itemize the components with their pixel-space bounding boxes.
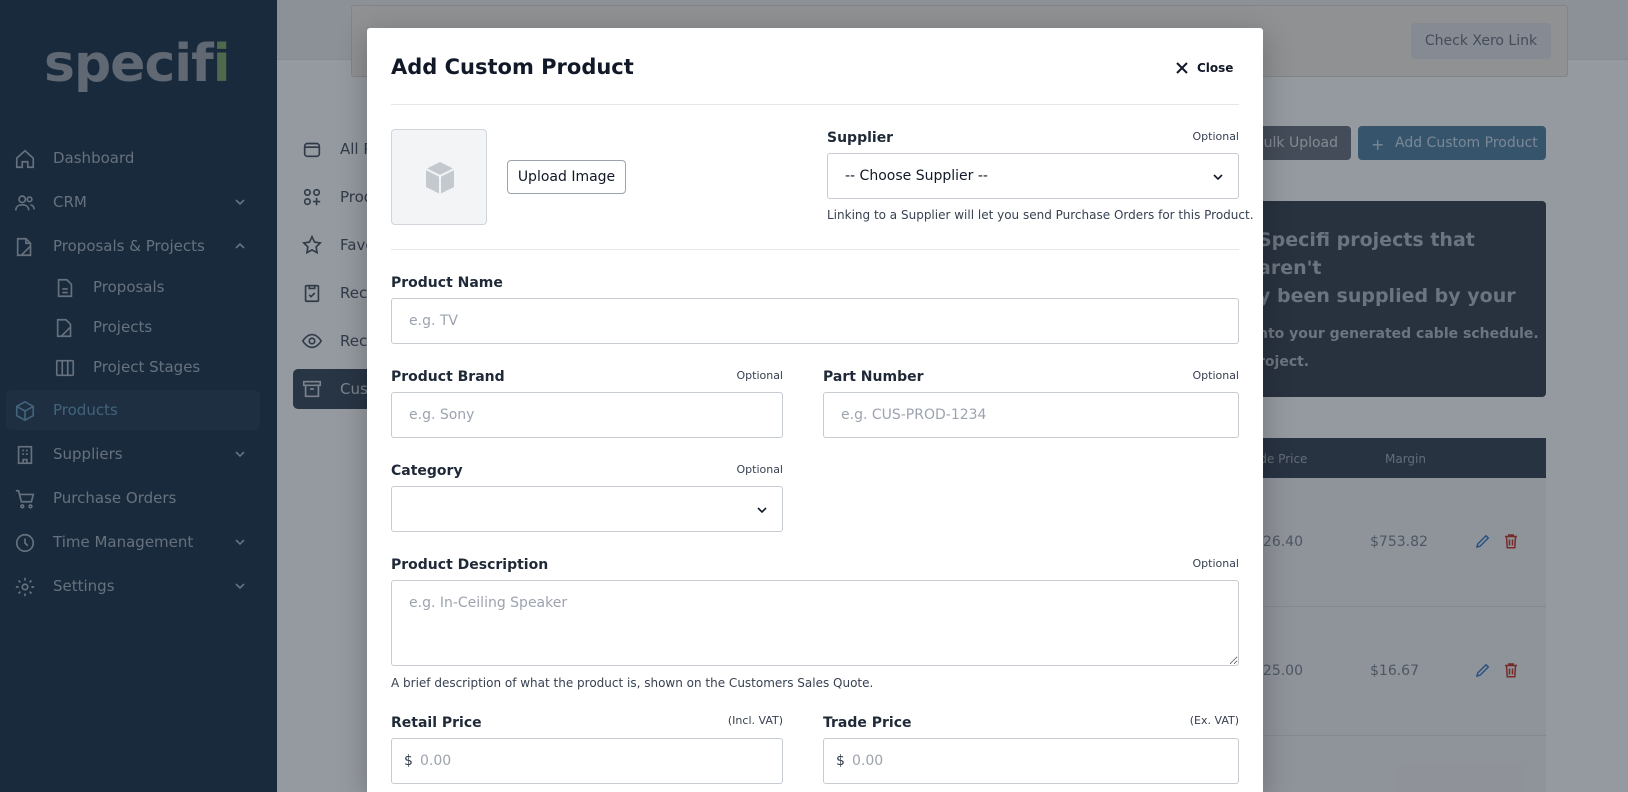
product-image-placeholder bbox=[391, 129, 487, 225]
trade-price-field[interactable]: $ bbox=[823, 738, 1239, 784]
upload-image-button[interactable]: Upload Image bbox=[507, 160, 626, 194]
product-brand-optional: Optional bbox=[736, 369, 783, 382]
supplier-help-text: Linking to a Supplier will let you send … bbox=[827, 208, 1254, 222]
trade-price-label: Trade Price bbox=[823, 715, 912, 731]
supplier-optional: Optional bbox=[1192, 130, 1239, 143]
category-label: Category bbox=[391, 463, 463, 479]
category-optional: Optional bbox=[736, 463, 783, 476]
chevron-down-icon bbox=[1213, 174, 1223, 181]
chevron-down-icon bbox=[757, 507, 767, 514]
close-icon bbox=[1176, 62, 1188, 74]
product-brand-label: Product Brand bbox=[391, 369, 505, 385]
product-description-label: Product Description bbox=[391, 557, 549, 573]
retail-price-vat-note: (Incl. VAT) bbox=[727, 714, 783, 727]
retail-price-input[interactable] bbox=[420, 740, 740, 782]
currency-symbol: $ bbox=[836, 753, 845, 769]
divider bbox=[391, 104, 1239, 105]
product-description-help-text: A brief description of what the product … bbox=[391, 676, 874, 690]
currency-symbol: $ bbox=[404, 753, 413, 769]
part-number-label: Part Number bbox=[823, 369, 924, 385]
retail-price-label: Retail Price bbox=[391, 715, 482, 731]
modal-title: Add Custom Product bbox=[391, 55, 634, 79]
product-name-input[interactable] bbox=[391, 298, 1239, 344]
supplier-label: Supplier bbox=[827, 130, 894, 146]
add-custom-product-modal: Add Custom Product Close Upload Image Su… bbox=[367, 28, 1263, 792]
product-description-textarea[interactable] bbox=[391, 580, 1239, 666]
trade-price-input[interactable] bbox=[852, 740, 1172, 782]
cube-icon bbox=[425, 162, 455, 194]
trade-price-vat-note: (Ex. VAT) bbox=[1189, 714, 1239, 727]
supplier-select-value: -- Choose Supplier -- bbox=[845, 168, 988, 184]
retail-price-field[interactable]: $ bbox=[391, 738, 783, 784]
supplier-select[interactable]: -- Choose Supplier -- bbox=[827, 153, 1239, 199]
product-name-label: Product Name bbox=[391, 275, 503, 291]
part-number-optional: Optional bbox=[1192, 369, 1239, 382]
product-brand-input[interactable] bbox=[391, 392, 783, 438]
divider bbox=[391, 249, 1239, 250]
part-number-input[interactable] bbox=[823, 392, 1239, 438]
category-select[interactable] bbox=[391, 486, 783, 532]
product-description-optional: Optional bbox=[1192, 557, 1239, 570]
close-button[interactable]: Close bbox=[1175, 58, 1233, 78]
close-label: Close bbox=[1197, 61, 1234, 75]
